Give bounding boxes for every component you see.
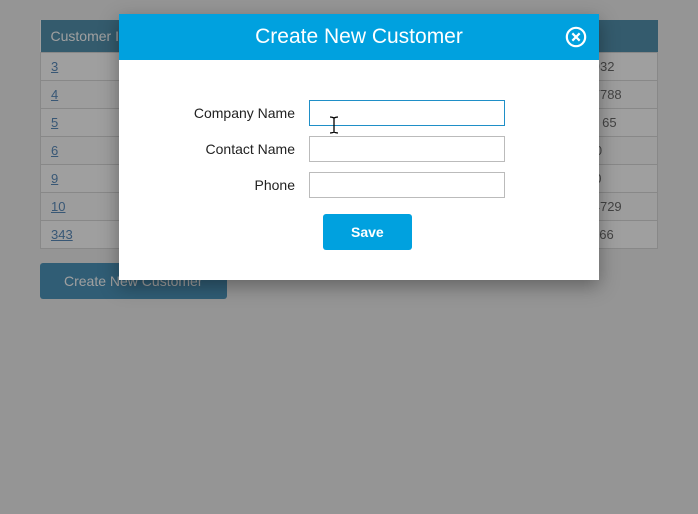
label-phone: Phone — [149, 177, 309, 193]
close-icon[interactable] — [565, 26, 587, 48]
label-company-name: Company Name — [149, 105, 309, 121]
modal-body: Company Name Contact Name Phone Save — [119, 60, 599, 280]
create-customer-modal: Create New Customer Company Name Contact… — [119, 14, 599, 280]
contact-name-field[interactable] — [309, 136, 505, 162]
company-name-field[interactable] — [309, 100, 505, 126]
modal-title: Create New Customer — [255, 25, 463, 49]
label-contact-name: Contact Name — [149, 141, 309, 157]
save-button[interactable]: Save — [323, 214, 412, 250]
modal-header: Create New Customer — [119, 14, 599, 60]
phone-field[interactable] — [309, 172, 505, 198]
